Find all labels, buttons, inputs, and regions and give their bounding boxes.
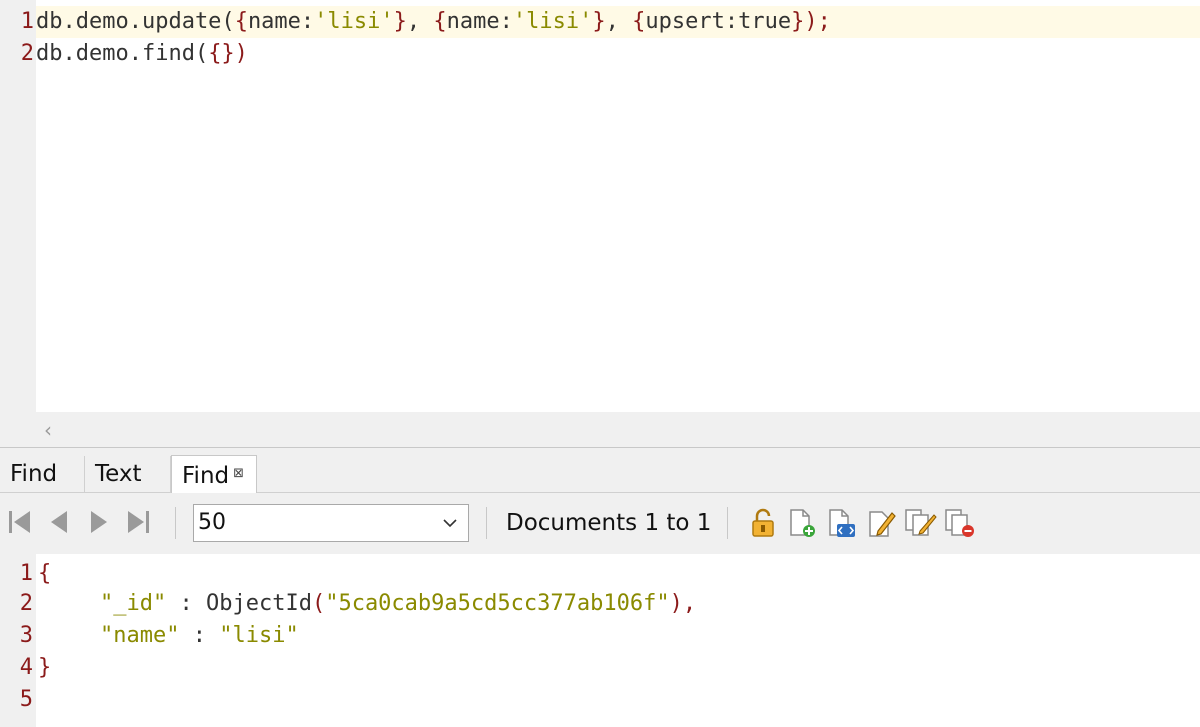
line-number: 3: [19, 623, 33, 648]
result-line-1: {: [38, 558, 51, 590]
result-gutter: 1 2 3 4 5: [0, 554, 36, 727]
copy-document-icon: [905, 509, 937, 536]
view-json-button[interactable]: [825, 507, 855, 539]
json-function: ObjectId: [205, 591, 312, 616]
code-string: 'lisi': [512, 9, 593, 34]
documents-range-label: Documents 1 to 1: [506, 510, 712, 536]
code-string: 'lisi': [314, 9, 394, 34]
line-number: 1: [20, 9, 34, 34]
json-string: "lisi": [219, 623, 299, 648]
code-bracket: {}): [208, 41, 248, 66]
page-size-value: 50: [198, 510, 226, 535]
json-colon: :: [179, 623, 220, 648]
next-page-button[interactable]: [85, 507, 113, 537]
chevron-down-icon: [443, 519, 457, 528]
previous-page-icon: [51, 511, 67, 533]
last-page-icon: [128, 511, 149, 533]
result-tabs: Find Text Find ⊠: [0, 448, 1200, 493]
code-text: db.demo.update(: [36, 9, 235, 34]
code-text: upsert:true: [645, 9, 792, 34]
edit-document-button[interactable]: [866, 507, 896, 539]
tab-label: Find: [10, 461, 58, 487]
lock-icon: [752, 508, 774, 537]
result-line-2: "_id" : ObjectId("5ca0cab9a5cd5cc377ab10…: [100, 588, 696, 620]
next-page-icon: [91, 511, 107, 533]
copy-document-button[interactable]: [904, 507, 937, 539]
tab-text[interactable]: Text: [85, 456, 171, 492]
edit-document-icon: [869, 511, 896, 537]
code-text: name:: [446, 9, 513, 34]
lock-button[interactable]: [748, 507, 778, 539]
json-key: "_id": [100, 591, 167, 616]
code-text: ,: [406, 9, 434, 34]
tab-label: Find: [182, 463, 230, 489]
code-bracket: }: [592, 9, 606, 34]
line-number: 4: [19, 655, 33, 680]
json-string: "5ca0cab9a5cd5cc377ab106f": [325, 591, 670, 616]
add-document-button[interactable]: [786, 507, 816, 539]
code-text: name:: [247, 9, 315, 34]
tab-label: Text: [95, 461, 142, 487]
editor-line-2[interactable]: db.demo.find({}): [36, 38, 1200, 70]
json-brace: }: [38, 655, 52, 680]
delete-document-button[interactable]: [944, 507, 974, 539]
editor-gutter: 1 2: [0, 0, 36, 412]
code-text: db.demo.find(: [36, 41, 209, 66]
json-colon: :: [166, 591, 206, 616]
last-page-button[interactable]: [124, 507, 152, 537]
result-line-3: "name" : "lisi": [100, 620, 299, 652]
result-viewer[interactable]: 1 2 3 4 5 { "_id" : ObjectId("5ca0cab9a5…: [0, 554, 1200, 727]
code-bracket: });: [791, 9, 831, 34]
json-key: "name": [100, 623, 180, 648]
add-document-icon: [790, 509, 815, 537]
toolbar-separator: [727, 507, 728, 539]
close-tab-icon[interactable]: ⊠: [233, 466, 244, 481]
line-number: 1: [19, 561, 33, 586]
json-bracket: ),: [669, 591, 697, 616]
code-bracket: {: [632, 9, 646, 34]
code-text: ,: [605, 9, 633, 34]
page-size-select[interactable]: 50: [193, 504, 469, 542]
toolbar-separator: [175, 507, 176, 539]
result-toolbar: 50 Documents 1 to 1: [0, 493, 1200, 553]
json-bracket: (: [311, 591, 326, 616]
previous-page-button[interactable]: [45, 507, 73, 537]
view-json-icon: [829, 509, 855, 537]
code-bracket: {: [433, 9, 447, 34]
query-editor[interactable]: 1 2 db.demo.update({name:'lisi'}, {name:…: [0, 0, 1200, 448]
scroll-left-icon[interactable]: ‹: [44, 418, 52, 442]
line-number: 2: [20, 41, 34, 66]
first-page-icon: [9, 511, 30, 533]
result-line-4: }: [38, 652, 51, 684]
tab-find-active[interactable]: Find ⊠: [171, 455, 257, 493]
code-bracket: {: [234, 9, 248, 34]
editor-line-1[interactable]: db.demo.update({name:'lisi'}, {name:'lis…: [36, 6, 1200, 38]
horizontal-scrollbar[interactable]: ‹: [0, 412, 1200, 447]
json-brace: {: [38, 561, 52, 586]
line-number: 5: [19, 687, 33, 712]
tab-find[interactable]: Find: [0, 456, 85, 492]
delete-document-icon: [945, 509, 974, 537]
toolbar-separator: [486, 507, 487, 539]
line-number: 2: [19, 591, 33, 616]
code-bracket: }: [393, 9, 407, 34]
first-page-button[interactable]: [6, 507, 34, 537]
